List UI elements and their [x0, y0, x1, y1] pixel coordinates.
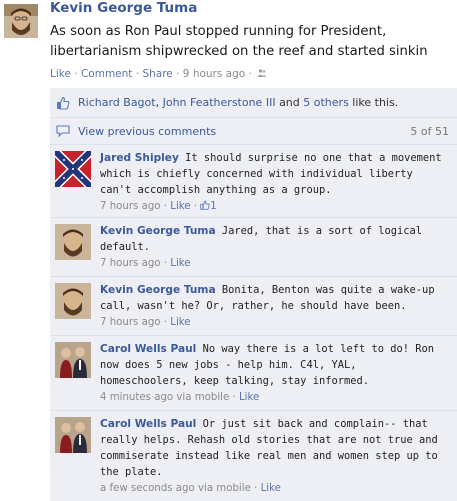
comment-body: Carol Wells Paul Or just sit back and co… — [100, 416, 450, 497]
comment-item: Jared Shipley It should surprise no one … — [50, 146, 457, 218]
comment-timestamp[interactable]: a few seconds ago via mobile — [100, 483, 251, 494]
friends-icon[interactable] — [257, 68, 267, 78]
comment-body: Kevin George Tuma Bonita, Benton was qui… — [100, 282, 450, 331]
post-text: As soon as Ron Paul stopped running for … — [50, 22, 457, 62]
comments-count: 5 of 51 — [410, 125, 449, 138]
comment-timestamp[interactable]: 7 hours ago — [100, 258, 161, 269]
likes-others-link[interactable]: 5 others — [303, 96, 349, 109]
post-comment-link[interactable]: Comment — [81, 68, 132, 80]
comment-timestamp[interactable]: 7 hours ago — [100, 201, 161, 212]
comment-like-link[interactable]: Like — [170, 201, 190, 212]
post-timestamp[interactable]: 9 hours ago — [183, 68, 245, 80]
comment-meta: 4 minutes ago via mobile · Like — [100, 392, 260, 403]
comment-body: Carol Wells Paul No way there is a lot l… — [100, 341, 450, 406]
comment-author[interactable]: Kevin George Tuma — [100, 284, 216, 296]
comment-like-link[interactable]: Like — [170, 258, 190, 269]
comment-like-count[interactable]: 1 — [210, 201, 216, 212]
commenter-avatar-couple[interactable] — [55, 417, 91, 453]
thumbs-up-icon[interactable] — [200, 200, 210, 210]
comment-item: Kevin George Tuma Jared, that is a sort … — [50, 219, 457, 277]
view-previous-comments-row[interactable]: View previous comments 5 of 51 — [50, 119, 457, 145]
post-text-line-2: libertarianism shipwrecked on the reef a… — [50, 44, 428, 59]
feedback-area: Richard Bagot, John Featherstone III and… — [50, 88, 457, 501]
likes-summary-row: Richard Bagot, John Featherstone III and… — [50, 88, 457, 118]
comment-timestamp[interactable]: 7 hours ago — [100, 317, 161, 328]
post-author-avatar[interactable] — [4, 4, 38, 38]
post-actions: Like · Comment · Share · 9 hours ago · — [50, 68, 267, 80]
liker-richard-bagot[interactable]: Richard Bagot — [78, 96, 156, 109]
comment-author[interactable]: Carol Wells Paul — [100, 343, 196, 355]
comment-body: Kevin George Tuma Jared, that is a sort … — [100, 223, 450, 272]
commenter-avatar[interactable] — [55, 224, 91, 260]
story-post: Kevin George Tuma As soon as Ron Paul st… — [0, 0, 457, 88]
comment-author[interactable]: Kevin George Tuma — [100, 225, 216, 237]
comment-like-link[interactable]: Like — [170, 317, 190, 328]
comment-timestamp[interactable]: 4 minutes ago via mobile — [100, 392, 229, 403]
view-previous-comments-link[interactable]: View previous comments — [78, 125, 216, 138]
comment-meta: a few seconds ago via mobile · Like — [100, 483, 281, 494]
comment-author[interactable]: Carol Wells Paul — [100, 418, 196, 430]
comment-meta: 7 hours ago · Like · 1 — [100, 200, 217, 212]
likes-and: and — [279, 96, 300, 109]
comment-body: Jared Shipley It should surprise no one … — [100, 150, 450, 215]
comment-item: Carol Wells Paul Or just sit back and co… — [50, 412, 457, 501]
comment-author[interactable]: Jared Shipley — [100, 152, 179, 164]
likes-summary-text: Richard Bagot, John Featherstone III and… — [78, 96, 399, 109]
comment-meta: 7 hours ago · Like — [100, 258, 191, 269]
comment-like-link[interactable]: Like — [239, 392, 259, 403]
comment-item: Carol Wells Paul No way there is a lot l… — [50, 337, 457, 411]
comment-bubble-icon — [56, 125, 70, 137]
post-author-name[interactable]: Kevin George Tuma — [50, 0, 197, 16]
commenter-avatar-couple[interactable] — [55, 342, 91, 378]
liker-john-featherstone[interactable]: John Featherstone III — [163, 96, 276, 109]
comment-like-link[interactable]: Like — [261, 483, 281, 494]
likes-suffix: like this. — [352, 96, 399, 109]
post-share-link[interactable]: Share — [142, 68, 172, 80]
commenter-avatar-flag[interactable] — [55, 151, 91, 187]
commenter-avatar[interactable] — [55, 283, 91, 319]
comment-item: Kevin George Tuma Bonita, Benton was qui… — [50, 278, 457, 336]
thumbs-up-icon — [57, 96, 70, 110]
comment-meta: 7 hours ago · Like — [100, 317, 191, 328]
post-like-link[interactable]: Like — [50, 68, 71, 80]
post-text-line-1: As soon as Ron Paul stopped running for … — [50, 24, 387, 39]
